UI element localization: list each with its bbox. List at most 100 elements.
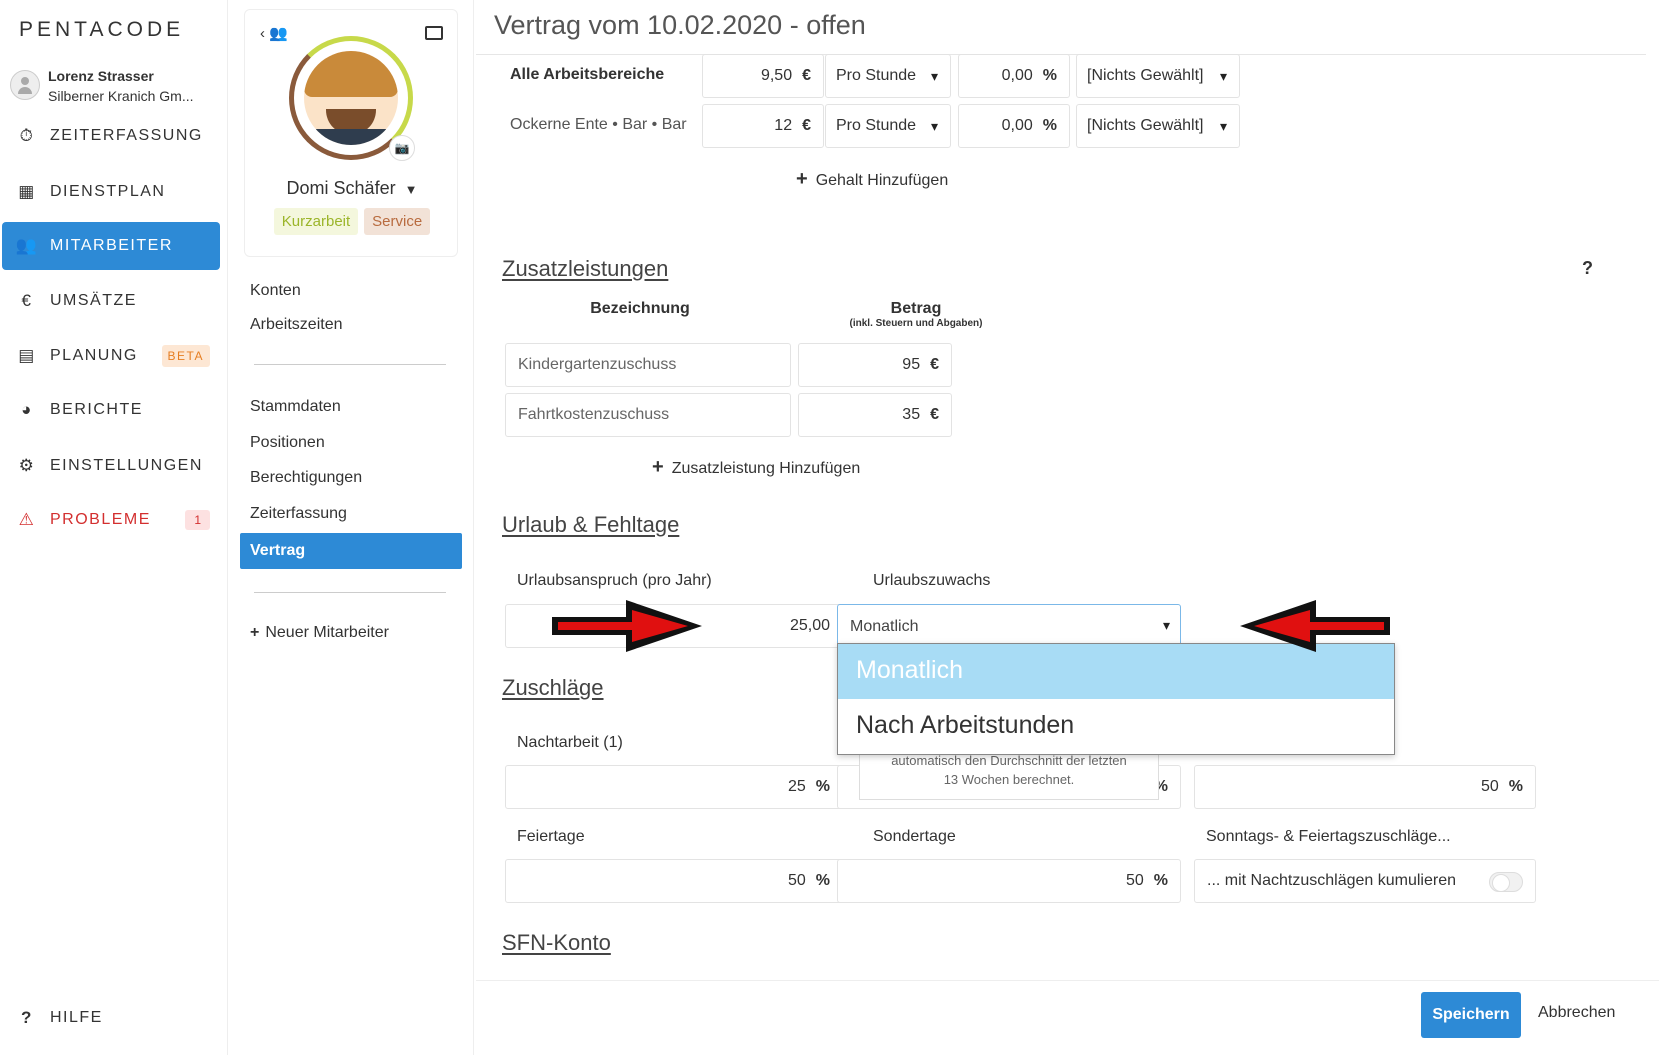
link-zeiterfassung[interactable]: Zeiterfassung	[250, 505, 347, 523]
surcharge-right-input[interactable]: 50%	[1194, 765, 1536, 809]
contract-editor: Vertrag vom 10.02.2020 - offen Alle Arbe…	[476, 0, 1659, 1055]
employee-tags: Kurzarbeit Service	[245, 208, 459, 235]
salary-period-select[interactable]: Pro Stunde	[825, 104, 951, 148]
special-days-input[interactable]: 50%	[837, 859, 1181, 903]
tag-service: Service	[364, 208, 431, 235]
nav-label: DIENSTPLAN	[50, 183, 166, 200]
col-bezeichnung: Bezeichnung	[590, 300, 690, 317]
nav-item-mitarbeiter[interactable]: 👥 MITARBEITER	[2, 222, 220, 270]
salary-amount-input[interactable]: 9,50 €	[702, 54, 824, 98]
table-icon: ▦	[18, 182, 36, 201]
current-user[interactable]: Lorenz Strasser Silberner Kranich Gm...	[10, 68, 225, 108]
user-name: Lorenz Strasser	[48, 68, 154, 84]
user-avatar-icon	[10, 70, 40, 100]
benefit-name-input[interactable]: Kindergartenzuschuss	[505, 343, 791, 387]
plus-icon: +	[652, 456, 664, 478]
accrual-label: Urlaubszuwachs	[873, 572, 991, 589]
salary-choice-select[interactable]: [Nichts Gewählt]	[1076, 54, 1240, 98]
nav-item-berichte[interactable]: ◕ BERICHTE	[2, 386, 220, 434]
warning-icon: ⚠	[18, 510, 36, 529]
link-stammdaten[interactable]: Stammdaten	[250, 398, 341, 416]
new-employee-link[interactable]: + Neuer Mitarbeiter	[250, 624, 389, 642]
stopwatch-icon: ⏱	[19, 126, 35, 145]
salary-percent-input[interactable]: 0,00%	[958, 54, 1070, 98]
nav-item-probleme[interactable]: ⚠ PROBLEME 1	[2, 496, 220, 544]
add-benefit-button[interactable]: + Zusatzleistung Hinzufügen	[652, 456, 860, 479]
users-icon: 👥	[15, 236, 39, 255]
tag-kurzarbeit: Kurzarbeit	[273, 208, 359, 235]
link-berechtigungen[interactable]: Berechtigungen	[250, 469, 362, 487]
benefit-name-input[interactable]: Fahrtkostenzuschuss	[505, 393, 791, 437]
nav-label: ZEITERFASSUNG	[50, 127, 203, 144]
special-days-label: Sondertage	[873, 828, 956, 845]
app-logo[interactable]: PENTACODE	[19, 18, 184, 42]
cancel-button[interactable]: Abbrechen	[1538, 1004, 1615, 1022]
option-nach-arbeitstunden[interactable]: Nach Arbeitstunden	[838, 699, 1394, 754]
beta-badge: BETA	[161, 345, 210, 367]
pie-chart-icon: ◕	[21, 400, 33, 419]
gear-icon: ⚙	[18, 456, 36, 475]
nav-item-einstellungen[interactable]: ⚙ EINSTELLUNGEN	[2, 442, 220, 490]
divider	[254, 364, 446, 365]
vacation-accrual-options: Monatlich Nach Arbeitstunden	[837, 643, 1395, 755]
salary-period-select[interactable]: Pro Stunde	[825, 54, 951, 98]
salary-area-label: Ockerne Ente • Bar • Bar	[510, 116, 687, 133]
employee-name-dropdown[interactable]: Domi Schäfer ▼	[245, 178, 459, 199]
annotation-arrow-right-icon	[552, 600, 702, 652]
camera-icon[interactable]: 📷	[389, 135, 415, 161]
profile-card: ‹ 👥 📷 Domi Schäfer ▼ Kurzarbeit Service	[244, 9, 458, 257]
col-betrag: Betrag (inkl. Steuern und Abgaben)	[849, 300, 983, 329]
salary-area-label: Alle Arbeitsbereiche	[510, 66, 665, 83]
save-button[interactable]: Speichern	[1421, 992, 1521, 1038]
benefit-amount-input[interactable]: 95 €	[798, 343, 952, 387]
nav-label: MITARBEITER	[50, 237, 173, 254]
section-sfn-konto: SFN-Konto	[502, 930, 611, 955]
page-title: Vertrag vom 10.02.2020 - offen	[494, 10, 866, 40]
section-zuschlaege: Zuschläge	[502, 675, 604, 700]
holiday-input[interactable]: 50%	[505, 859, 843, 903]
salary-percent-input[interactable]: 0,00%	[958, 104, 1070, 148]
id-card-icon[interactable]	[425, 26, 443, 40]
back-to-employees-icon[interactable]: ‹ 👥	[260, 24, 288, 42]
nav-label: UMSÄTZE	[50, 292, 137, 309]
nav-label: PLANUNG	[50, 347, 138, 364]
nav-item-planung[interactable]: ▤ PLANUNG BETA	[2, 332, 220, 380]
plus-icon: +	[250, 624, 260, 641]
link-konten[interactable]: Konten	[250, 282, 301, 300]
option-monatlich[interactable]: Monatlich	[838, 644, 1394, 699]
link-arbeitszeiten[interactable]: Arbeitszeiten	[250, 316, 343, 334]
nav-label: BERICHTE	[50, 401, 143, 418]
annotation-arrow-left-icon	[1240, 600, 1390, 652]
cumulate-toggle-row[interactable]: ... mit Nachtzuschlägen kumulieren	[1194, 859, 1536, 903]
divider	[254, 592, 446, 593]
salary-amount-input[interactable]: 12 €	[702, 104, 824, 148]
plus-icon: +	[796, 168, 808, 190]
help-icon[interactable]: ?	[1582, 258, 1593, 279]
salary-choice-select[interactable]: [Nichts Gewählt]	[1076, 104, 1240, 148]
nav-label: PROBLEME	[50, 511, 151, 528]
user-company: Silberner Kranich Gm...	[48, 88, 194, 104]
calendar-icon: ▤	[18, 346, 36, 365]
employee-sidebar: ‹ 👥 📷 Domi Schäfer ▼ Kurzarbeit Service …	[228, 0, 474, 1055]
section-urlaub: Urlaub & Fehltage	[502, 512, 680, 537]
problem-count-badge: 1	[185, 510, 210, 530]
main-navigation: PENTACODE Lorenz Strasser Silberner Kran…	[0, 0, 228, 1055]
nav-label: EINSTELLUNGEN	[50, 457, 203, 474]
add-salary-button[interactable]: + Gehalt Hinzufügen	[796, 168, 948, 191]
holiday-label: Feiertage	[517, 828, 585, 845]
nav-item-dienstplan[interactable]: ▦ DIENSTPLAN	[2, 168, 220, 216]
nav-item-zeiterfassung[interactable]: ⏱ ZEITERFASSUNG	[2, 112, 220, 160]
nav-item-hilfe[interactable]: ? HILFE	[2, 994, 220, 1042]
section-zusatzleistungen: Zusatzleistungen	[502, 256, 669, 281]
surcharge-tooltip: automatisch den Durchschnitt der letzten…	[859, 752, 1159, 800]
benefit-amount-input[interactable]: 35 €	[798, 393, 952, 437]
entitlement-label: Urlaubsanspruch (pro Jahr)	[517, 572, 712, 589]
nav-item-umsaetze[interactable]: € UMSÄTZE	[2, 277, 220, 325]
night-work-input[interactable]: 25%	[505, 765, 843, 809]
nav-label: HILFE	[50, 1009, 103, 1026]
night-work-label: Nachtarbeit (1)	[517, 734, 623, 751]
link-vertrag[interactable]: Vertrag	[240, 533, 462, 569]
euro-icon: €	[21, 291, 33, 310]
link-positionen[interactable]: Positionen	[250, 434, 325, 452]
cumulate-toggle[interactable]	[1489, 872, 1523, 892]
